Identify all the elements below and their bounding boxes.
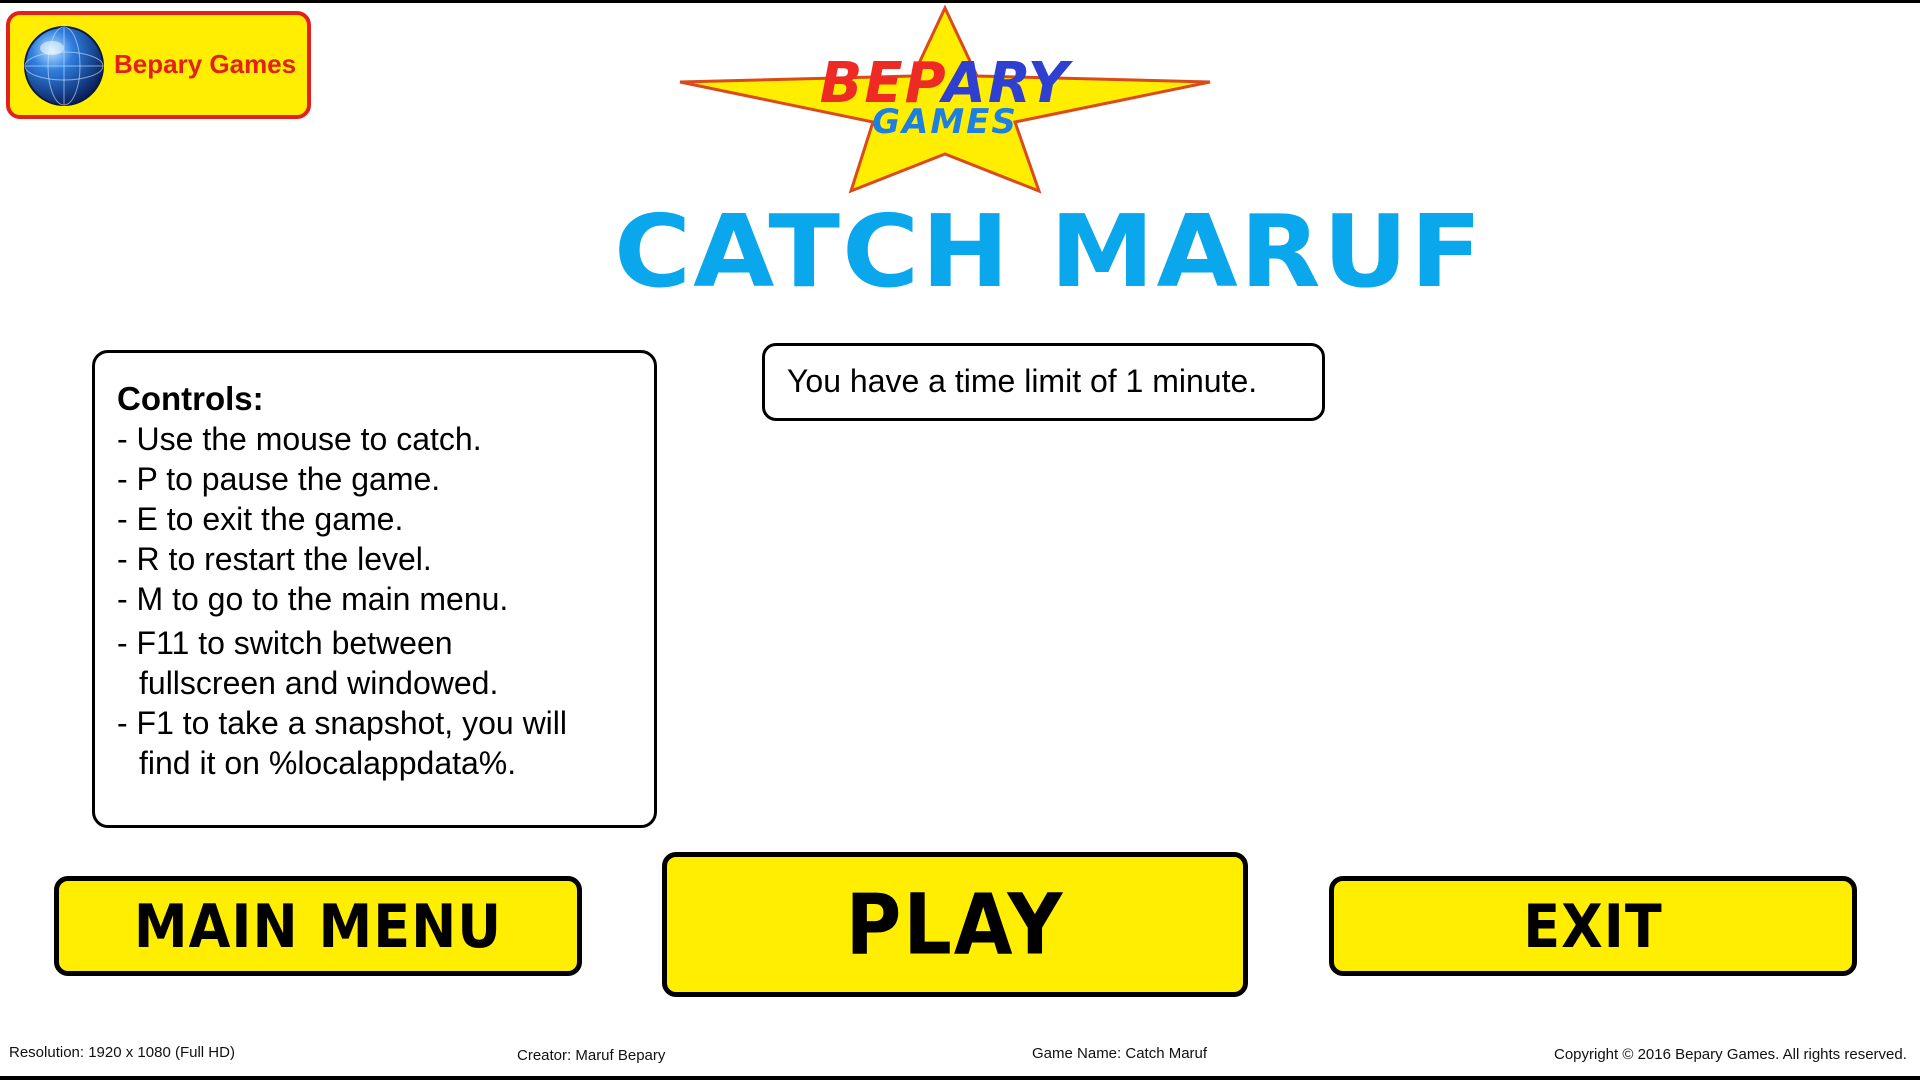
- control-item: - Use the mouse to catch.: [117, 421, 482, 457]
- control-item: - P to pause the game.: [117, 461, 441, 497]
- brand-name: Bepary Games: [114, 49, 297, 79]
- main-menu-button[interactable]: MAIN MENU: [54, 876, 582, 976]
- footer-game-name: Game Name: Catch Maruf: [1032, 1045, 1208, 1062]
- play-button-label: PLAY: [845, 875, 1065, 974]
- control-f11-line2: fullscreen and windowed.: [139, 665, 499, 701]
- control-f1-line2: find it on %localappdata%.: [139, 745, 517, 781]
- main-menu-button-label: MAIN MENU: [133, 891, 503, 961]
- globe-icon: [24, 26, 104, 106]
- control-f1-line1: - F1 to take a snapshot, you will: [117, 705, 567, 741]
- bepary-games-badge[interactable]: Bepary Games: [6, 11, 311, 119]
- footer-creator: Creator: Maruf Bepary: [517, 1047, 666, 1064]
- exit-button-label: EXIT: [1523, 891, 1663, 961]
- time-limit-info: You have a time limit of 1 minute.: [762, 343, 1325, 421]
- control-item: - M to go to the main menu.: [117, 581, 509, 617]
- control-item: - R to restart the level.: [117, 541, 432, 577]
- controls-list: - Use the mouse to catch. - P to pause t…: [117, 419, 654, 783]
- game-title: CATCH MARUF: [614, 193, 1484, 310]
- controls-panel: Controls: - Use the mouse to catch. - P …: [92, 350, 657, 828]
- logo-subtitle: GAMES: [872, 102, 1018, 142]
- footer-copyright: Copyright © 2016 Bepary Games. All right…: [1554, 1046, 1907, 1063]
- control-item-f1: - F1 to take a snapshot, you will find i…: [117, 703, 654, 783]
- controls-title: Controls:: [117, 380, 264, 417]
- bepary-games-logo: BEPARY GAMES: [675, 4, 1215, 194]
- control-item: - E to exit the game.: [117, 501, 404, 537]
- control-f11-line1: - F11 to switch between: [117, 625, 453, 661]
- footer-resolution: Resolution: 1920 x 1080 (Full HD): [9, 1044, 235, 1061]
- play-button[interactable]: PLAY: [662, 852, 1248, 997]
- exit-button[interactable]: EXIT: [1329, 876, 1857, 976]
- top-border: [0, 0, 1920, 3]
- control-item-f11: - F11 to switch between fullscreen and w…: [117, 623, 654, 703]
- bottom-border: [0, 1076, 1920, 1080]
